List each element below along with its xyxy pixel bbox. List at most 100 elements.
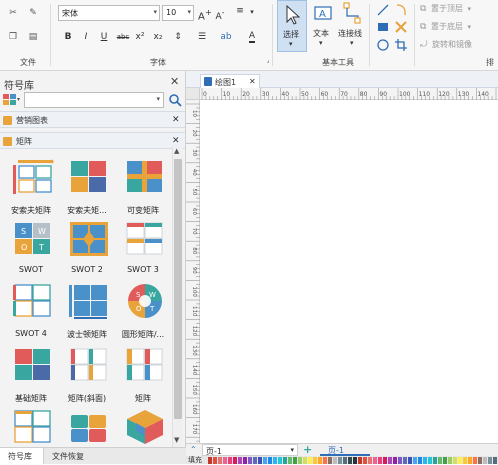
- color-swatch[interactable]: [238, 457, 242, 464]
- color-swatch[interactable]: [338, 457, 342, 464]
- color-swatch[interactable]: [243, 457, 247, 464]
- color-swatch[interactable]: [258, 457, 262, 464]
- color-swatch[interactable]: [318, 457, 322, 464]
- color-swatch[interactable]: [493, 457, 497, 464]
- shape-swot[interactable]: S W O T SWOT: [4, 221, 58, 274]
- color-swatch[interactable]: [333, 457, 337, 464]
- color-swatch[interactable]: [463, 457, 467, 464]
- library-search-field[interactable]: [27, 93, 151, 106]
- shape-variable-matrix[interactable]: 可变矩阵: [116, 159, 170, 215]
- bullets-icon[interactable]: ☰: [196, 32, 208, 42]
- color-swatch[interactable]: [388, 457, 392, 464]
- drawing-page[interactable]: [201, 101, 498, 443]
- paste-brush-icon[interactable]: ✂: [6, 6, 20, 20]
- color-swatch[interactable]: [423, 457, 427, 464]
- tab-file-recovery[interactable]: 文件恢复: [52, 451, 84, 462]
- color-swatch[interactable]: [353, 457, 357, 464]
- color-swatch[interactable]: [483, 457, 487, 464]
- add-page-icon[interactable]: +: [303, 443, 312, 456]
- color-swatch[interactable]: [263, 457, 267, 464]
- shape-matrix-extra-1[interactable]: [4, 409, 58, 447]
- cross-tool-icon[interactable]: [394, 20, 408, 34]
- font-name-combo[interactable]: 宋体 ▾: [58, 5, 160, 21]
- category-marketing-charts[interactable]: 营销图表 ✕: [0, 111, 185, 128]
- shape-beveled-matrix[interactable]: 矩阵(斜面): [60, 347, 114, 403]
- color-swatch[interactable]: [228, 457, 232, 464]
- color-swatch[interactable]: [363, 457, 367, 464]
- color-swatch[interactable]: [468, 457, 472, 464]
- page-selector[interactable]: 页-1 ▾: [202, 444, 298, 456]
- copy-icon[interactable]: ❐: [6, 30, 20, 44]
- symbol-list-scrollbar[interactable]: ▲ ▼: [172, 147, 183, 447]
- color-swatch[interactable]: [268, 457, 272, 464]
- color-swatch[interactable]: [248, 457, 252, 464]
- color-swatch[interactable]: [253, 457, 257, 464]
- library-search-input[interactable]: ▾: [24, 92, 164, 108]
- color-swatch[interactable]: [368, 457, 372, 464]
- color-swatch[interactable]: [378, 457, 382, 464]
- color-swatch[interactable]: [438, 457, 442, 464]
- color-swatch[interactable]: [403, 457, 407, 464]
- color-swatch[interactable]: [448, 457, 452, 464]
- select-tool-button[interactable]: 选择 ▾: [277, 0, 307, 52]
- color-swatch[interactable]: [233, 457, 237, 464]
- scroll-up-arrow-icon[interactable]: ▲: [174, 147, 179, 155]
- rectangle-tool-icon[interactable]: [376, 20, 390, 34]
- ellipse-tool-icon[interactable]: [376, 38, 390, 52]
- superscript-button[interactable]: x²: [134, 32, 146, 42]
- color-swatch[interactable]: [458, 457, 462, 464]
- color-swatch[interactable]: [298, 457, 302, 464]
- font-color-button[interactable]: A: [246, 31, 258, 43]
- color-swatch[interactable]: [473, 457, 477, 464]
- bold-button[interactable]: B: [62, 32, 74, 42]
- color-swatch[interactable]: [433, 457, 437, 464]
- shape-swot-3[interactable]: SWOT 3: [116, 221, 170, 274]
- arc-tool-icon[interactable]: [394, 3, 408, 17]
- color-swatch[interactable]: [213, 457, 217, 464]
- close-category-icon[interactable]: ✕: [172, 115, 180, 125]
- color-swatch[interactable]: [288, 457, 292, 464]
- close-tab-icon[interactable]: ✕: [249, 77, 256, 86]
- color-swatch[interactable]: [348, 457, 352, 464]
- color-swatch[interactable]: [283, 457, 287, 464]
- close-category-icon[interactable]: ✕: [172, 136, 180, 146]
- document-tab[interactable]: 绘图1 ✕: [200, 74, 260, 88]
- send-to-back-button[interactable]: ⧉ 置于底层 ▾: [420, 21, 498, 35]
- shape-matrix-extra-2[interactable]: [60, 409, 114, 447]
- scroll-down-arrow-icon[interactable]: ▼: [174, 436, 179, 444]
- color-swatch[interactable]: [293, 457, 297, 464]
- color-swatch[interactable]: [328, 457, 332, 464]
- paste-icon[interactable]: ▤: [26, 30, 40, 44]
- line-spacing-icon[interactable]: ⇕: [172, 32, 184, 42]
- color-swatch[interactable]: [223, 457, 227, 464]
- tab-symbol-library[interactable]: 符号库: [0, 448, 44, 464]
- shrink-font-button[interactable]: A-: [214, 8, 226, 22]
- italic-button[interactable]: I: [80, 32, 92, 42]
- shape-boston-matrix[interactable]: 波士顿矩阵: [60, 283, 114, 339]
- shape-swot-4[interactable]: SWOT 4: [4, 283, 58, 338]
- shape-basic-matrix[interactable]: 基础矩阵: [4, 347, 58, 403]
- align-icon[interactable]: ≡: [234, 6, 246, 16]
- color-swatch[interactable]: [413, 457, 417, 464]
- color-swatch[interactable]: [488, 457, 492, 464]
- color-swatch[interactable]: [428, 457, 432, 464]
- color-swatch[interactable]: [373, 457, 377, 464]
- color-swatch[interactable]: [408, 457, 412, 464]
- shape-ansoff-matrix[interactable]: 安索夫矩阵: [4, 159, 58, 215]
- color-swatch[interactable]: [313, 457, 317, 464]
- color-swatch[interactable]: [323, 457, 327, 464]
- category-matrix[interactable]: 矩阵 ✕: [0, 132, 185, 149]
- shape-circle-matrix[interactable]: S W O T 圆形矩阵/...: [116, 283, 170, 339]
- shape-matrix[interactable]: 矩阵: [116, 347, 170, 403]
- strikethrough-button[interactable]: abc: [114, 33, 132, 41]
- crop-tool-icon[interactable]: [394, 38, 408, 52]
- color-swatch[interactable]: [418, 457, 422, 464]
- color-swatch[interactable]: [308, 457, 312, 464]
- bring-to-front-button[interactable]: ⧉ 置于顶层 ▾: [420, 3, 498, 17]
- shape-swot-2[interactable]: SWOT 2: [60, 221, 114, 274]
- color-swatch[interactable]: [218, 457, 222, 464]
- color-swatch[interactable]: [443, 457, 447, 464]
- color-swatch[interactable]: [273, 457, 277, 464]
- page-up-icon[interactable]: ⌃: [190, 445, 197, 454]
- connector-tool-button[interactable]: 连接线 ▾: [338, 0, 368, 52]
